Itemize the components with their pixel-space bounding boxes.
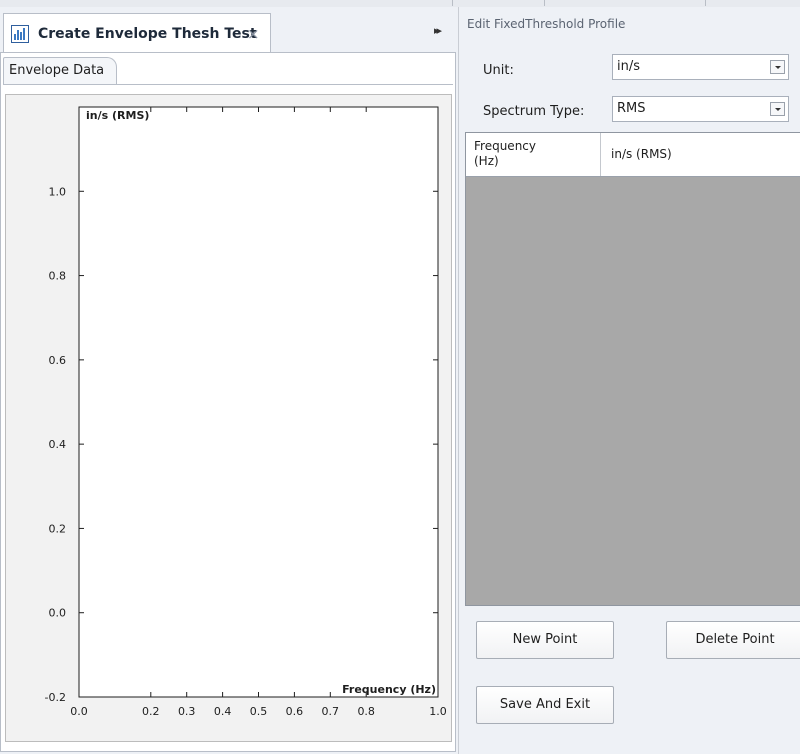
y-axis-label: in/s (RMS) (86, 109, 149, 122)
toolbar-separator (452, 0, 453, 6)
property-panel: Edit FixedThreshold Profile Unit: in/s S… (458, 7, 800, 754)
chevron-down-icon[interactable] (770, 102, 785, 116)
y-tick-label: 0.2 (49, 522, 67, 535)
column-header-amplitude[interactable]: in/s (RMS) (601, 133, 800, 176)
spectrum-type-value: RMS (617, 101, 646, 116)
document-body: Envelope Data 1.0 0.8 0.6 0.4 0.2 0.0 -0.2 0.0 0… (0, 52, 456, 752)
chevron-down-icon[interactable] (770, 60, 785, 74)
subtab-divider (3, 84, 453, 85)
panel-title: Edit FixedThreshold Profile (467, 17, 626, 31)
column-header-frequency[interactable]: Frequency (Hz) (466, 133, 601, 176)
plot-area (78, 106, 439, 698)
tab-overflow-icon[interactable]: ▸▸ (434, 24, 442, 37)
x-tick-label: 0.5 (250, 705, 268, 718)
x-axis-label: Frequency (Hz) (342, 683, 436, 696)
save-and-exit-button[interactable]: Save And Exit (476, 686, 614, 724)
document-tab-title: Create Envelope Thesh Test (38, 26, 257, 42)
new-point-button[interactable]: New Point (476, 621, 614, 659)
spectrum-type-label: Spectrum Type: (483, 104, 585, 119)
x-tick-label: 0.2 (142, 705, 160, 718)
x-tick-label: 0.0 (70, 705, 88, 718)
y-tick-label: 0.6 (49, 354, 67, 367)
column-header-frequency-label: Frequency (Hz) (474, 139, 536, 168)
x-tick-label: 0.4 (214, 705, 232, 718)
tab-envelope-data[interactable]: Envelope Data (3, 57, 117, 85)
close-icon[interactable]: × (247, 25, 260, 43)
y-tick-label: -0.2 (45, 691, 66, 704)
y-tick-label: 0.0 (49, 607, 67, 620)
x-tick-label: 1.0 (429, 705, 447, 718)
toolbar-separator (544, 0, 545, 6)
threshold-points-grid[interactable]: Frequency (Hz) in/s (RMS) (465, 132, 800, 606)
y-tick-label: 1.0 (49, 185, 67, 198)
column-header-amplitude-label: in/s (RMS) (611, 147, 672, 161)
x-tick-label: 0.8 (357, 705, 375, 718)
envelope-chart-svg: 1.0 0.8 0.6 0.4 0.2 0.0 -0.2 0.0 0.2 0.3 0.4 0.5 0.6… (45, 106, 447, 718)
tab-envelope-data-label: Envelope Data (9, 63, 105, 78)
unit-combobox[interactable]: in/s (612, 54, 789, 80)
unit-value: in/s (617, 59, 641, 74)
y-tick-label: 0.8 (49, 270, 67, 283)
document-panel: Create Envelope Thesh Test × ▸▸ Envelope… (0, 7, 458, 754)
chart-icon (11, 25, 29, 43)
x-tick-label: 0.6 (286, 705, 304, 718)
x-tick-label: 0.7 (322, 705, 340, 718)
y-tick-label: 0.4 (49, 438, 67, 451)
delete-point-button[interactable]: Delete Point (666, 621, 800, 659)
toolbar-separator (705, 0, 706, 6)
spectrum-type-combobox[interactable]: RMS (612, 96, 789, 122)
document-tab[interactable]: Create Envelope Thesh Test × (3, 13, 271, 53)
envelope-chart: 1.0 0.8 0.6 0.4 0.2 0.0 -0.2 0.0 0.2 0.3 0.4 0.5 0.6… (5, 94, 452, 742)
x-tick-label: 0.3 (178, 705, 196, 718)
unit-label: Unit: (483, 63, 514, 78)
grid-header: Frequency (Hz) in/s (RMS) (466, 133, 800, 177)
